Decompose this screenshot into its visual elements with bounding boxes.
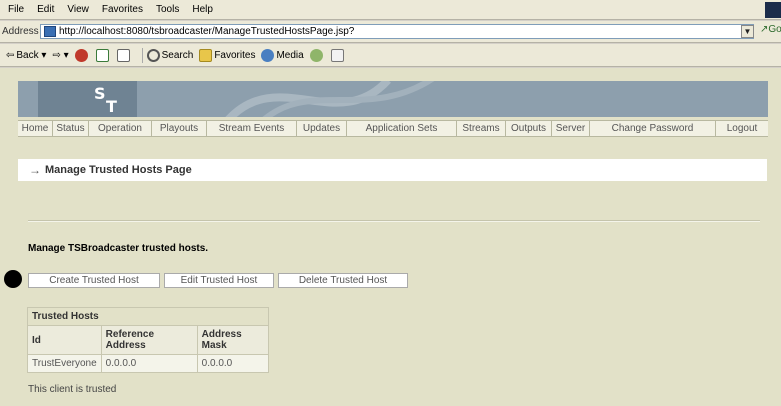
back-button[interactable]: ⇦ Back ▾ <box>6 50 46 61</box>
address-input[interactable]: http://localhost:8080/tsbroadcaster/Mana… <box>40 24 754 39</box>
trusted-hosts-table: Trusted Hosts Id Reference Address Addre… <box>27 307 270 373</box>
menu-help[interactable]: Help <box>192 4 213 15</box>
mail-icon <box>330 48 344 62</box>
nav-server[interactable]: Server <box>552 121 590 136</box>
address-label: Address <box>2 26 39 37</box>
nav-operation[interactable]: Operation <box>89 121 152 136</box>
table-caption: Trusted Hosts <box>27 307 269 326</box>
divider <box>28 220 760 222</box>
cursor-marker <box>4 270 22 288</box>
cell-id: TrustEveryone <box>27 354 102 373</box>
menu-tools[interactable]: Tools <box>156 4 179 15</box>
favorites-button[interactable]: Favorites <box>199 48 256 62</box>
arrow-right-icon: → <box>29 163 41 177</box>
column-header-reference-address: Reference Address <box>100 325 198 355</box>
nav-status[interactable]: Status <box>53 121 89 136</box>
nav-playouts[interactable]: Playouts <box>152 121 207 136</box>
logo-letter-s: S <box>94 84 106 103</box>
table-row[interactable]: TrustEveryone 0.0.0.0 0.0.0.0 <box>27 354 270 373</box>
delete-trusted-host-button[interactable]: Delete Trusted Host <box>278 273 408 288</box>
mail-button[interactable] <box>330 48 346 62</box>
nav-home[interactable]: Home <box>18 121 53 136</box>
cell-address-mask: 0.0.0.0 <box>196 354 270 373</box>
go-label: Go <box>768 24 781 35</box>
logo-letter-t: T <box>106 97 117 116</box>
nav-stream-events[interactable]: Stream Events <box>207 121 297 136</box>
cell-reference-address: 0.0.0.0 <box>100 354 198 373</box>
back-arrow-icon: ⇦ <box>6 49 15 61</box>
page-icon <box>44 26 56 37</box>
search-button[interactable]: Search <box>146 48 194 62</box>
nav-updates[interactable]: Updates <box>297 121 347 136</box>
browser-toolbar: ⇦ Back ▾ ⇨ ▾ Search Favorites Media <box>0 44 781 67</box>
nav-logout[interactable]: Logout <box>716 121 768 136</box>
column-header-address-mask: Address Mask <box>196 325 270 355</box>
status-message: This client is trusted <box>28 384 117 395</box>
menu-file[interactable]: File <box>8 4 24 15</box>
forward-arrow-icon: ⇨ <box>52 49 61 61</box>
media-button[interactable]: Media <box>261 48 304 62</box>
home-icon <box>116 48 130 62</box>
menu-edit[interactable]: Edit <box>37 4 54 15</box>
toolbar-separator <box>141 47 143 63</box>
nav-application-sets[interactable]: Application Sets <box>347 121 457 136</box>
section-heading: Manage TSBroadcaster trusted hosts. <box>28 243 209 254</box>
menu-favorites[interactable]: Favorites <box>102 4 143 15</box>
media-icon <box>261 48 275 62</box>
stop-icon <box>74 48 88 62</box>
main-nav: Home Status Operation Playouts Stream Ev… <box>18 120 768 137</box>
windows-logo-icon <box>765 2 781 18</box>
nav-outputs[interactable]: Outputs <box>506 121 552 136</box>
back-label: Back <box>16 49 39 61</box>
refresh-button[interactable] <box>95 48 111 62</box>
edit-trusted-host-button[interactable]: Edit Trusted Host <box>164 273 274 288</box>
search-label: Search <box>161 49 194 61</box>
table-header-row: Id Reference Address Address Mask <box>27 325 270 355</box>
page-title-bar: → Manage Trusted Hosts Page <box>18 159 767 181</box>
app-logo: S T <box>38 81 137 117</box>
history-icon <box>309 48 323 62</box>
home-button[interactable] <box>116 48 132 62</box>
create-trusted-host-button[interactable]: Create Trusted Host <box>28 273 160 288</box>
app-banner: S T <box>18 81 768 117</box>
banner-swirl-graphic <box>225 81 435 117</box>
menu-view[interactable]: View <box>67 4 89 15</box>
media-label: Media <box>276 49 304 61</box>
go-button[interactable]: ↗Go <box>760 24 781 35</box>
stop-button[interactable] <box>74 48 90 62</box>
history-button[interactable] <box>309 48 325 62</box>
page-title: Manage Trusted Hosts Page <box>45 164 192 176</box>
nav-streams[interactable]: Streams <box>457 121 506 136</box>
address-url: http://localhost:8080/tsbroadcaster/Mana… <box>59 26 355 37</box>
page-content: S T Home Status Operation Playouts Strea… <box>0 68 781 406</box>
nav-change-password[interactable]: Change Password <box>590 121 716 136</box>
menu-bar: File Edit View Favorites Tools Help <box>0 0 781 20</box>
column-header-id: Id <box>27 325 102 355</box>
address-dropdown-icon[interactable]: ▼ <box>741 25 754 38</box>
favorites-label: Favorites <box>214 49 256 61</box>
favorites-icon <box>199 48 213 62</box>
refresh-icon <box>95 48 109 62</box>
address-bar: Address http://localhost:8080/tsbroadcas… <box>0 21 781 43</box>
search-icon <box>146 48 160 62</box>
forward-button[interactable]: ⇨ ▾ <box>52 50 68 61</box>
